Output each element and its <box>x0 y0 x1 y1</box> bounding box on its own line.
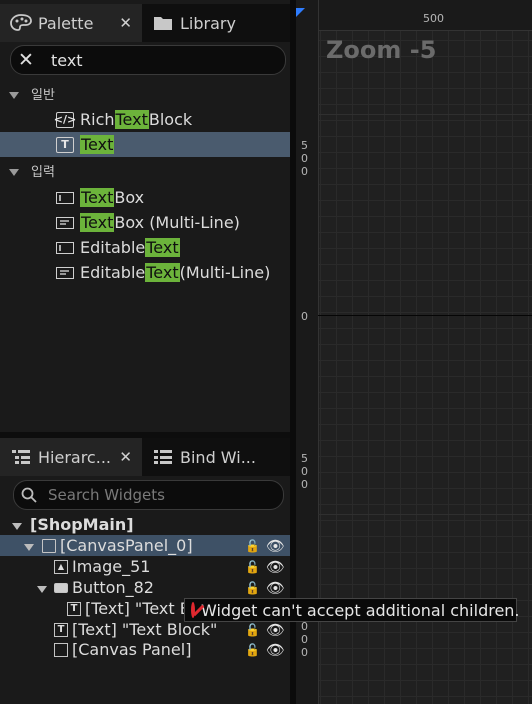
tab-library[interactable]: Library <box>142 4 292 42</box>
chevron-down-icon <box>37 578 47 597</box>
text-block-icon: T <box>67 601 81 616</box>
tree-root-shopmain[interactable]: [ShopMain] <box>0 514 290 535</box>
unlock-icon[interactable]: 🔓 <box>245 560 260 574</box>
hierarchy-tabbar: Hierarc... ✕ Bind Wi... <box>0 438 292 476</box>
palette-item-text-box[interactable]: Text Box <box>0 185 290 210</box>
close-icon[interactable]: ✕ <box>119 14 132 32</box>
clear-search-icon[interactable]: ✕ <box>11 49 41 71</box>
tooltip-text: Widget can't accept additional children. <box>201 600 520 620</box>
ruler-origin-marker <box>296 8 305 17</box>
chevron-down-icon <box>12 515 22 534</box>
search-match-highlight: Text <box>145 263 180 282</box>
tree-label: Button_82 <box>72 578 154 597</box>
tree-label: [ShopMain] <box>30 515 134 534</box>
palette-item-rich-text-block[interactable]: </> Rich Text Block <box>0 107 290 132</box>
multiline-text-box-icon <box>56 216 74 229</box>
search-match-highlight: Text <box>80 135 115 154</box>
hierarchy-icon <box>10 447 32 467</box>
text-box-icon <box>56 191 74 204</box>
chevron-down-icon <box>24 536 34 555</box>
item-post: Box (Multi-Line) <box>114 213 240 232</box>
tab-palette[interactable]: Palette ✕ <box>0 4 142 42</box>
unlock-icon[interactable]: 🔓 <box>245 643 260 657</box>
tree-item-text-block[interactable]: T [Text] "Text Block" 🔓 👁 <box>0 619 290 640</box>
palette-search-value: text <box>51 50 83 70</box>
editable-multiline-text-icon <box>56 266 74 279</box>
grid-major-line <box>318 514 532 515</box>
tree-item-canvaspanel-0[interactable]: [CanvasPanel_0] 🔓 👁 <box>0 535 290 556</box>
item-post: Box <box>114 188 145 207</box>
palette-item-editable-text-multiline[interactable]: Editable Text (Multi-Line) <box>0 260 290 285</box>
button-icon <box>54 582 68 593</box>
search-match-highlight: Text <box>145 238 180 257</box>
tab-bind-widgets-label: Bind Wi... <box>180 447 256 467</box>
category-label: 입력 <box>31 165 55 180</box>
unlock-icon[interactable]: 🔓 <box>245 539 260 553</box>
item-pre: Editable <box>80 263 146 282</box>
ruler-tick-label: 5 0 0 <box>301 452 308 491</box>
widget-search-placeholder: Search Widgets <box>48 486 165 504</box>
ruler-tick-label: 500 <box>423 12 444 25</box>
canvas-origin-line <box>318 315 532 316</box>
category-input[interactable]: 입력 <box>0 158 290 183</box>
chevron-down-icon <box>9 84 21 103</box>
search-match-highlight: Text <box>80 188 115 207</box>
palette-item-editable-text[interactable]: Editable Text <box>0 235 290 260</box>
ruler-tick-label: 0 0 0 <box>301 620 308 659</box>
tab-palette-label: Palette <box>38 13 94 33</box>
rich-text-block-icon: </> <box>53 111 77 128</box>
image-icon: ▲ <box>54 559 68 574</box>
canvas-panel-icon <box>54 642 68 657</box>
text-block-icon: T <box>54 622 68 637</box>
search-match-highlight: Text <box>114 110 149 129</box>
widget-search-input[interactable]: Search Widgets <box>13 480 284 510</box>
ruler-horizontal: 500 <box>296 0 532 31</box>
tree-label: Image_51 <box>72 557 151 576</box>
visibility-eye-icon[interactable]: 👁 <box>266 621 285 639</box>
tab-library-label: Library <box>180 13 236 33</box>
item-pre: Rich <box>80 110 115 129</box>
zoom-level-label: Zoom -5 <box>326 36 437 64</box>
visibility-eye-icon[interactable]: 👁 <box>266 579 285 597</box>
category-label: 일반 <box>31 88 55 103</box>
palette-tabbar: Palette ✕ Library <box>0 4 292 42</box>
palette-icon <box>10 13 32 33</box>
prohibited-icon <box>191 602 195 618</box>
tab-bind-widgets[interactable]: Bind Wi... <box>142 438 292 476</box>
palette-item-text-box-multiline[interactable]: Text Box (Multi-Line) <box>0 210 290 235</box>
canvas-panel-icon <box>42 538 56 553</box>
folder-icon <box>152 13 174 33</box>
tree-label: [Canvas Panel] <box>72 640 192 659</box>
item-pre: Editable <box>80 238 146 257</box>
tree-label: [Text] "Text B <box>85 599 191 618</box>
item-post: (Multi-Line) <box>179 263 271 282</box>
text-block-icon: T <box>56 136 74 153</box>
visibility-eye-icon[interactable]: 👁 <box>266 537 285 555</box>
bind-widgets-icon <box>152 447 174 467</box>
tree-item-image-51[interactable]: ▲ Image_51 🔓 👁 <box>0 556 290 577</box>
palette-item-text[interactable]: T Text <box>0 132 290 157</box>
close-icon[interactable]: ✕ <box>119 448 132 466</box>
search-icon <box>14 487 44 503</box>
ruler-tick-label: 5 0 0 <box>301 139 308 178</box>
category-general[interactable]: 일반 <box>0 81 290 106</box>
tree-label: [CanvasPanel_0] <box>60 536 193 555</box>
chevron-down-icon <box>9 161 21 180</box>
ruler-tick-label: 0 <box>301 310 308 323</box>
tab-hierarchy[interactable]: Hierarc... ✕ <box>0 438 142 476</box>
unlock-icon[interactable]: 🔓 <box>245 581 260 595</box>
tree-label: [Text] "Text Block" <box>72 620 218 639</box>
palette-search-input[interactable]: ✕ text <box>10 45 286 75</box>
tab-hierarchy-label: Hierarc... <box>38 447 111 467</box>
editable-text-icon <box>56 241 74 254</box>
grid-major-line <box>318 114 532 115</box>
visibility-eye-icon[interactable]: 👁 <box>266 558 285 576</box>
visibility-eye-icon[interactable]: 👁 <box>266 641 285 659</box>
tree-item-canvas-panel[interactable]: [Canvas Panel] 🔓 👁 <box>0 639 290 660</box>
drop-error-tooltip: Widget can't accept additional children. <box>184 598 520 622</box>
tree-item-button-82[interactable]: Button_82 🔓 👁 <box>0 577 290 598</box>
item-post: Block <box>148 110 193 129</box>
unlock-icon[interactable]: 🔓 <box>245 623 260 637</box>
search-match-highlight: Text <box>80 213 115 232</box>
